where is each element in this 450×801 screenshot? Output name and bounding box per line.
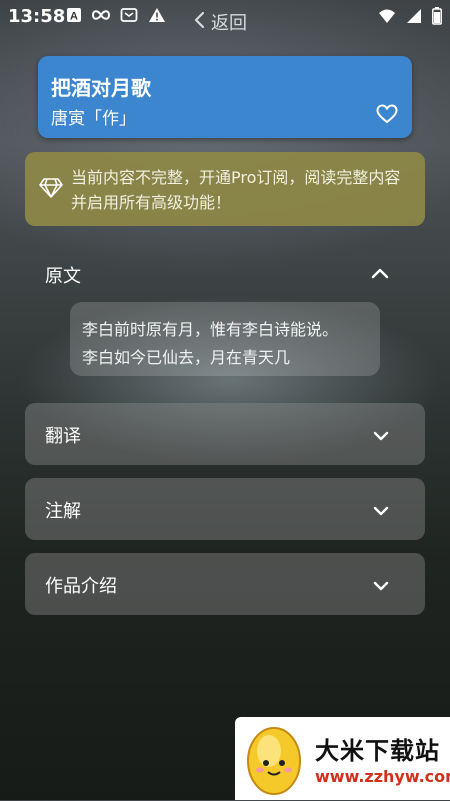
- signal-icon: [406, 8, 422, 24]
- chevron-up-icon: [371, 264, 389, 283]
- section-intro-label: 作品介绍: [45, 576, 117, 597]
- poem-title: 把酒对月歌: [51, 76, 151, 100]
- section-intro[interactable]: 作品介绍: [25, 553, 425, 615]
- svg-text:A: A: [70, 11, 78, 23]
- favorite-heart-icon[interactable]: [376, 104, 398, 128]
- original-text-panel: 李白前时原有月，惟有李白诗能说。 李白如今已仙去，月在青天几: [70, 302, 380, 376]
- section-original-header[interactable]: 原文: [25, 250, 425, 294]
- original-line-1: 李白前时原有月，惟有李白诗能说。: [82, 320, 339, 339]
- watermark-name: 大米下载站: [315, 737, 440, 765]
- section-notes-label: 注解: [45, 501, 81, 522]
- warning-icon: [148, 7, 166, 23]
- section-translation[interactable]: 翻译: [25, 403, 425, 465]
- rice-mascot-logo-icon: [241, 721, 311, 801]
- cast-icon: [120, 7, 138, 23]
- back-button[interactable]: 返回: [193, 9, 247, 35]
- a-icon: A: [66, 7, 82, 23]
- infinity-icon: [92, 8, 110, 22]
- diamond-icon: [39, 177, 63, 203]
- chevron-down-icon: [373, 577, 389, 596]
- chevron-down-icon: [373, 427, 389, 446]
- poem-header-card: 把酒对月歌 唐寅「作」: [38, 56, 412, 138]
- section-original-label: 原文: [45, 266, 81, 287]
- section-notes[interactable]: 注解: [25, 478, 425, 540]
- watermark-url: www.zzhyw.com: [315, 767, 450, 786]
- original-line-2: 李白如今已仙去，月在青天几: [82, 348, 291, 367]
- pro-subscription-banner[interactable]: 当前内容不完整，开通Pro订阅，阅读完整内容并启用所有高级功能！: [25, 152, 425, 226]
- chevron-down-icon: [373, 502, 389, 521]
- status-icons-right: [378, 7, 442, 25]
- back-label: 返回: [211, 13, 247, 34]
- wifi-icon: [378, 8, 396, 24]
- status-time: 13:58: [8, 6, 66, 27]
- watermark: 大米下载站 www.zzhyw.com: [235, 717, 450, 800]
- chevron-left-icon: [193, 11, 205, 33]
- battery-icon: [432, 7, 442, 25]
- section-translation-label: 翻译: [45, 426, 81, 447]
- status-icons-left: A: [66, 7, 166, 23]
- pro-banner-text: 当前内容不完整，开通Pro订阅，阅读完整内容并启用所有高级功能！: [71, 168, 401, 212]
- poem-author: 唐寅「作」: [51, 109, 136, 129]
